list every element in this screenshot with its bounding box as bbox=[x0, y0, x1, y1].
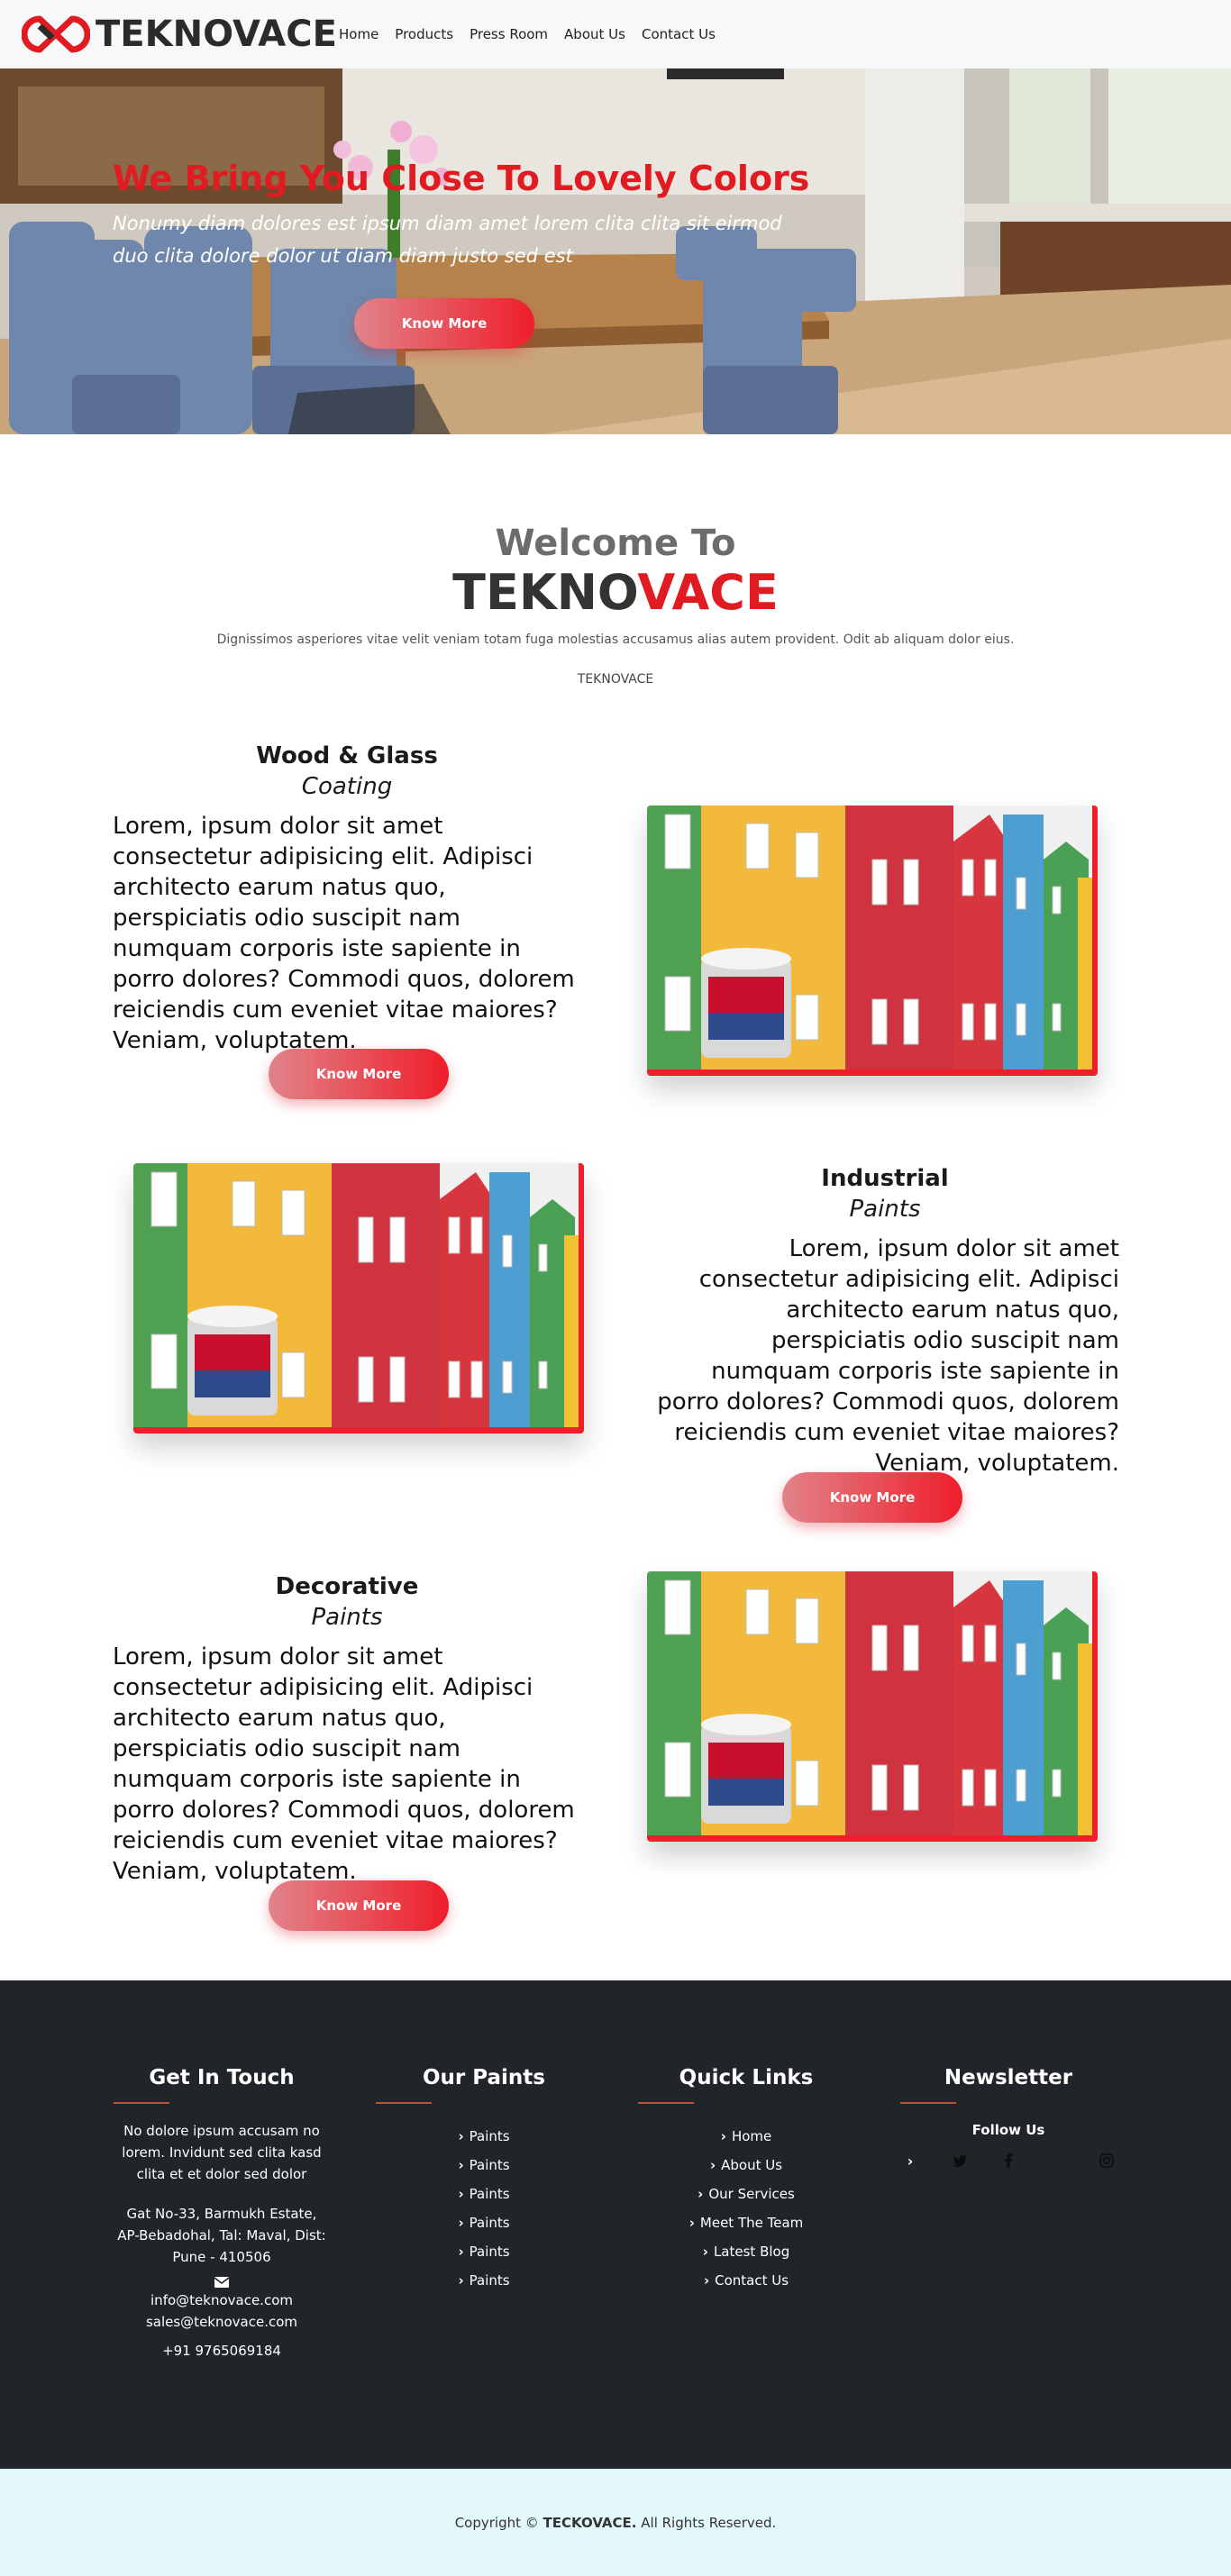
hero-banner: We Bring You Close To Lovely Colors Nonu… bbox=[0, 68, 1231, 434]
feature-title: Industrial bbox=[821, 1165, 949, 1192]
footer: Get In Touch Nο dolore ipsum accusam no … bbox=[0, 1980, 1231, 2469]
feature-text: Wood & Glass Coating Lorem, ipsum dolor … bbox=[113, 741, 581, 1056]
footer-phone[interactable]: +91 9765069184 bbox=[114, 2340, 330, 2362]
linkedin-icon[interactable] bbox=[1048, 2151, 1068, 2171]
paints-link[interactable]: Paints bbox=[376, 2237, 592, 2266]
footer-email-sales[interactable]: sales@teknovace.com bbox=[114, 2311, 330, 2333]
chevron-right-icon: › bbox=[907, 2152, 914, 2170]
hero-know-more-button[interactable]: Know More bbox=[354, 298, 534, 349]
hero-title: We Bring You Close To Lovely Colors bbox=[113, 159, 810, 198]
copyright-brand[interactable]: TECKOVACE. bbox=[543, 2515, 637, 2531]
quick-link-about[interactable]: About Us bbox=[638, 2151, 854, 2180]
paints-link[interactable]: Paints bbox=[376, 2266, 592, 2295]
footer-email-info[interactable]: info@teknovace.com bbox=[114, 2289, 330, 2311]
quick-link-blog[interactable]: Latest Blog bbox=[638, 2237, 854, 2266]
footer-get-in-touch: Get In Touch Nο dolore ipsum accusam no … bbox=[114, 2066, 330, 2362]
title-underline bbox=[900, 2102, 956, 2104]
title-underline bbox=[376, 2102, 432, 2104]
feature-industrial: Industrial Paints Lorem, ipsum dolor sit… bbox=[0, 1163, 1231, 1578]
quick-link-services[interactable]: Our Services bbox=[638, 2180, 854, 2208]
buildings-paint-can-image bbox=[647, 806, 1098, 1076]
navbar: TEKNOVACE Home Products Press Room About… bbox=[0, 0, 1231, 68]
product-image bbox=[133, 1163, 584, 1434]
logo-text: TEKNOVACE bbox=[96, 14, 337, 55]
footer-address: Gat No-33, Barmukh Estate, AP-Bebadohal,… bbox=[117, 2206, 326, 2265]
footer-about-text: Nο dolore ipsum accusam no lorem. Invidu… bbox=[122, 2123, 322, 2182]
nav-products[interactable]: Products bbox=[395, 26, 453, 42]
hero-subtitle: Nonumy diam dolores est ipsum diam amet … bbox=[113, 213, 782, 267]
feature-subtitle: Paints bbox=[311, 1604, 383, 1631]
logo[interactable]: TEKNOVACE bbox=[22, 12, 339, 57]
follow-us-label: Follow Us bbox=[971, 2122, 1045, 2138]
welcome-brand-text: TEKNOVACE bbox=[577, 672, 654, 687]
nav-home[interactable]: Home bbox=[339, 26, 378, 42]
feature-subtitle: Coating bbox=[301, 773, 393, 800]
welcome-brand-heading: TEKNOVACE bbox=[0, 564, 1231, 622]
feature-body: Lorem, ipsum dolor sit amet consectetur … bbox=[113, 1643, 575, 1885]
quick-link-team[interactable]: Meet The Team bbox=[638, 2208, 854, 2237]
feature-title: Decorative bbox=[275, 1573, 419, 1600]
footer-newsletter: Newsletter Follow Us › bbox=[900, 2066, 1117, 2171]
main-nav: Home Products Press Room About Us Contac… bbox=[339, 26, 716, 42]
feature-decorative: Decorative Paints Lorem, ipsum dolor sit… bbox=[0, 1571, 1231, 1986]
envelope-icon bbox=[114, 2277, 330, 2288]
paints-link[interactable]: Paints bbox=[376, 2208, 592, 2237]
twitter-icon[interactable] bbox=[950, 2151, 970, 2171]
feature-know-more-button[interactable]: Know More bbox=[782, 1472, 962, 1523]
footer-col-title: Quick Links bbox=[679, 2066, 814, 2089]
feature-body: Lorem, ipsum dolor sit amet consectetur … bbox=[657, 1235, 1119, 1477]
paints-list: Paints Paints Paints Paints Paints Paint… bbox=[376, 2122, 592, 2295]
footer-quick-links: Quick Links Home About Us Our Services M… bbox=[638, 2066, 854, 2295]
product-image bbox=[647, 806, 1098, 1076]
feature-know-more-button[interactable]: Know More bbox=[269, 1880, 449, 1931]
product-image bbox=[647, 1571, 1098, 1842]
feature-subtitle: Paints bbox=[849, 1196, 921, 1223]
feature-text: Decorative Paints Lorem, ipsum dolor sit… bbox=[113, 1571, 581, 1887]
feature-wood-glass: Wood & Glass Coating Lorem, ipsum dolor … bbox=[0, 741, 1231, 1155]
copyright-suffix: All Rights Reserved. bbox=[641, 2514, 777, 2531]
footer-our-paints: Our Paints Paints Paints Paints Paints P… bbox=[376, 2066, 592, 2295]
welcome-heading: Welcome To bbox=[495, 523, 736, 564]
welcome-brand-red: VACE bbox=[637, 564, 779, 621]
nav-about-us[interactable]: About Us bbox=[564, 26, 625, 42]
paints-link[interactable]: Paints bbox=[376, 2180, 592, 2208]
quick-links-list: Home About Us Our Services Meet The Team… bbox=[638, 2122, 854, 2295]
buildings-paint-can-image bbox=[133, 1163, 584, 1434]
footer-col-title: Our Paints bbox=[423, 2066, 545, 2089]
feature-body: Lorem, ipsum dolor sit amet consectetur … bbox=[113, 813, 575, 1054]
paints-link[interactable]: Paints bbox=[376, 2151, 592, 2180]
facebook-icon[interactable] bbox=[998, 2151, 1018, 2171]
logo-mark-icon bbox=[22, 15, 90, 53]
footer-col-title: Newsletter bbox=[944, 2066, 1073, 2089]
welcome-description: Dignissimos asperiores vitae velit venia… bbox=[216, 633, 1015, 647]
instagram-icon[interactable] bbox=[1097, 2151, 1117, 2171]
feature-text: Industrial Paints Lorem, ipsum dolor sit… bbox=[651, 1163, 1119, 1479]
footer-col-title: Get In Touch bbox=[149, 2066, 295, 2089]
nav-contact-us[interactable]: Contact Us bbox=[642, 26, 716, 42]
title-underline bbox=[638, 2102, 694, 2104]
feature-title: Wood & Glass bbox=[256, 742, 438, 769]
welcome-brand-dark: TEKNO bbox=[452, 564, 638, 621]
copyright-prefix: Copyright © bbox=[454, 2514, 539, 2531]
hero-content: We Bring You Close To Lovely Colors Nonu… bbox=[113, 159, 834, 272]
quick-link-contact[interactable]: Contact Us bbox=[638, 2266, 854, 2295]
nav-press-room[interactable]: Press Room bbox=[470, 26, 548, 42]
quick-link-home[interactable]: Home bbox=[638, 2122, 854, 2151]
buildings-paint-can-image bbox=[647, 1571, 1098, 1842]
paints-link[interactable]: Paints bbox=[376, 2122, 592, 2151]
feature-know-more-button[interactable]: Know More bbox=[269, 1049, 449, 1099]
social-links: › bbox=[900, 2151, 1117, 2171]
copyright-bar: Copyright © TECKOVACE. All Rights Reserv… bbox=[0, 2469, 1231, 2576]
title-underline bbox=[114, 2102, 169, 2104]
